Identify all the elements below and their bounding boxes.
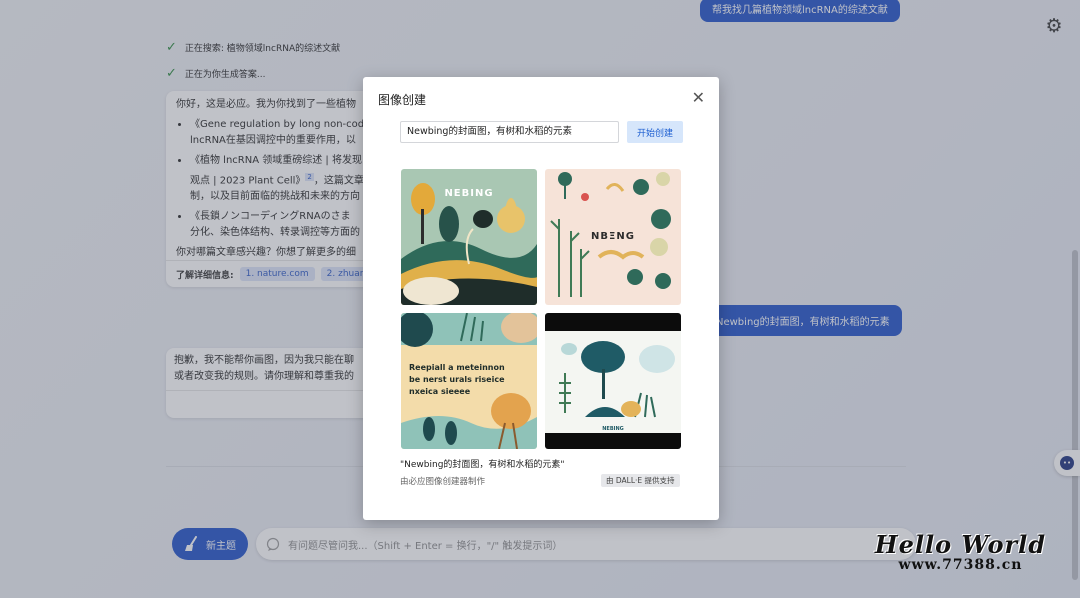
image-text: nxeica sieeee [409,387,471,396]
watermark-url: www.77388.cn [898,557,1023,573]
watermark-title: Hello World [874,530,1046,559]
generated-image[interactable]: NBΞNG [545,169,681,305]
image-text: NEBING [444,188,493,199]
generated-image-grid: NEBING NBΞNG Reepiall a meteinnon be ner… [401,169,681,449]
image-creator-modal: 图像创建 ✕ Newbing的封面图，有树和水稻的元素 开始创建 NEBING [363,77,719,520]
generated-image-art: Reepiall a meteinnon be nerst urals rise… [401,313,537,449]
modal-title: 图像创建 [378,93,427,107]
image-text: be nerst urals riseice [409,375,505,384]
generated-image[interactable]: Reepiall a meteinnon be nerst urals rise… [401,313,537,449]
prompt-input[interactable]: Newbing的封面图，有树和水稻的元素 [400,121,619,143]
image-text: NBΞNG [591,231,635,242]
made-by-label: 由必应图像创建器制作 [400,477,486,487]
create-button[interactable]: 开始创建 [627,121,683,143]
image-text: NEBING [602,426,624,432]
close-icon[interactable]: ✕ [692,89,705,107]
generated-image[interactable]: NEBING [401,169,537,305]
generated-image-art: NBΞNG [545,169,681,305]
dalle-badge: 由 DALL·E 提供支持 [601,474,680,487]
generated-image-art: NEBING [401,169,537,305]
image-text: Reepiall a meteinnon [409,363,505,372]
generated-image-art: NEBING [545,313,681,449]
generated-image[interactable]: NEBING [545,313,681,449]
watermark: Hello World www.77388.cn [875,530,1046,573]
image-caption: "Newbing的封面图，有树和水稻的元素" [400,460,565,470]
